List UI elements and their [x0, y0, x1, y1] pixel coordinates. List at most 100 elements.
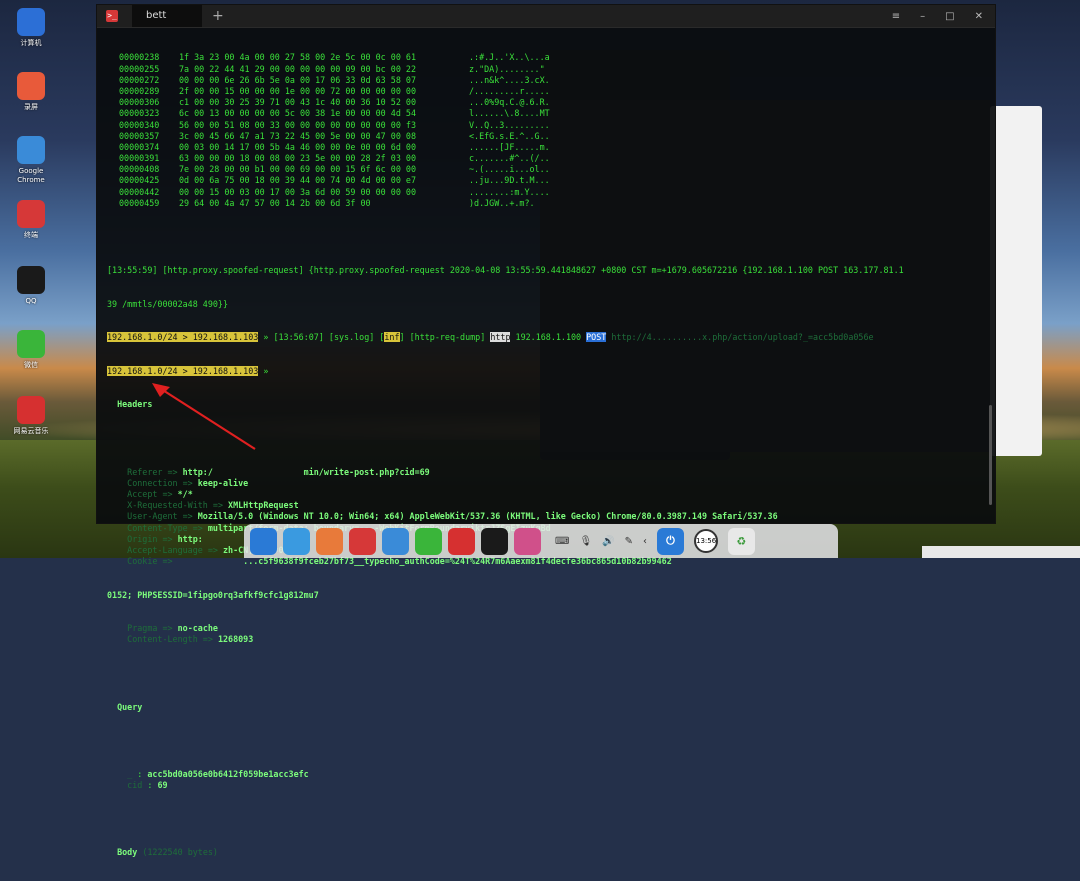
netease-music-icon[interactable]	[448, 527, 475, 555]
log-method: POST	[586, 332, 607, 343]
hexdump-ascii: <.EfG.s.E.^..G..	[469, 130, 550, 141]
kv-value: http:/ min/write-post.php?cid=69	[182, 466, 430, 477]
desktop-icon-netease-music[interactable]: 网易云音乐	[6, 396, 56, 436]
prompt-line: 192.168.1.0/24 > 192.168.1.103 »	[107, 365, 995, 377]
hexdump-row: 00000442 00 00 15 00 03 00 17 00 3a 6d 00…	[107, 187, 995, 198]
dock-apps	[250, 527, 541, 555]
kv-value: http:	[177, 533, 203, 544]
qq-icon[interactable]	[481, 527, 508, 555]
kv-row: Connection => keep-alive	[127, 477, 249, 488]
log-url: http://4..........x.php/action/upload?_=…	[611, 332, 874, 343]
terminal-output[interactable]: 00000238 1f 3a 23 00 4a 00 00 27 58 00 2e…	[97, 28, 995, 881]
kv-key: Origin	[127, 533, 158, 544]
hexdump-addr: 00000425	[119, 175, 160, 186]
clock-icon[interactable]: 13:56	[693, 529, 718, 553]
query-list: _ : acc5bd0a056e0b6412f059be1acc3efc cid…	[107, 769, 995, 791]
terminal-titlebar[interactable]: >_ bett + ≡ – □ ✕	[97, 5, 995, 28]
hexdump-bytes: 7a 00 22 44 41 29 00 00 00 00 00 09 00 b…	[179, 63, 416, 74]
hexdump-bytes: c1 00 00 30 25 39 71 00 43 1c 40 00 36 1…	[179, 97, 416, 108]
chrome-icon	[17, 136, 45, 164]
query-row: _ : acc5bd0a056e0b6412f059be1acc3efc	[127, 768, 309, 779]
desktop-icon-wechat[interactable]: 微信	[6, 330, 56, 370]
hexdump-addr: 00000408	[119, 164, 160, 175]
scrollbar[interactable]	[989, 405, 992, 505]
hexdump-ascii: ...n&k^....3.cX.	[469, 74, 550, 85]
settings-icon[interactable]	[514, 527, 541, 555]
file-manager-icon[interactable]	[283, 527, 310, 555]
proxy-log-line: 39 /mmtls/00002a48 490}}	[107, 298, 229, 309]
desktop-icon-terminal[interactable]: 终端	[6, 200, 56, 240]
qq-icon	[17, 266, 45, 294]
hexdump-bytes: 1f 3a 23 00 4a 00 00 27 58 00 2e 5c 00 0…	[179, 52, 416, 63]
desktop-icon-computer[interactable]: 计算机	[6, 8, 56, 48]
minimize-button[interactable]: –	[920, 11, 925, 22]
desktop-icon-label: Google Chrome	[17, 167, 45, 184]
query-heading: Query	[107, 702, 995, 713]
kv-row: Pragma => no-cache	[127, 623, 218, 634]
maximize-button[interactable]: □	[945, 11, 954, 22]
hexdump-bytes: 6c 00 13 00 00 00 00 5c 00 38 1e 00 00 0…	[179, 108, 416, 119]
hexdump-addr: 00000374	[119, 141, 160, 152]
hexdump-ascii: ...0%9q.C.@.6.R.	[469, 97, 550, 108]
hexdump-bytes: 63 00 00 00 18 00 08 00 23 5e 00 00 28 2…	[179, 153, 416, 164]
desktop-icon-record[interactable]: 录屏	[6, 72, 56, 112]
headers-heading: Headers	[107, 399, 995, 410]
pen-icon[interactable]: ✎	[625, 536, 633, 547]
desktop-icon-label: 录屏	[24, 103, 38, 111]
terminal-icon[interactable]	[349, 527, 376, 555]
chrome-icon[interactable]	[382, 527, 409, 555]
hexdump-addr: 00000442	[119, 186, 160, 197]
kv-value: no-cache	[177, 623, 218, 634]
desktop-icon-label: 终端	[24, 231, 38, 239]
headers-label: Headers	[117, 399, 153, 410]
hexdump-row: 00000306 c1 00 00 30 25 39 71 00 43 1c 40…	[107, 97, 995, 108]
background-window[interactable]	[990, 106, 1042, 456]
hexdump-ascii: .:#.J..'X..\...a	[469, 52, 550, 63]
query-label: Query	[117, 701, 143, 712]
desktop-icon-qq[interactable]: QQ	[6, 266, 56, 306]
prompt-separator: »	[258, 365, 274, 376]
query-key: cid	[127, 780, 143, 791]
prompt-host: 192.168.1.103	[192, 365, 259, 376]
wechat-icon[interactable]	[415, 527, 442, 555]
desktop-icon-chrome[interactable]: Google Chrome	[6, 136, 56, 185]
hexdump-ascii: ......[JF.....m.	[469, 141, 550, 152]
kv-key: Accept	[127, 488, 158, 499]
body-label: Body	[117, 847, 138, 858]
hexdump-ascii: ..ju...9D.t.M...	[469, 175, 550, 186]
launcher-icon[interactable]	[250, 527, 277, 555]
volume-icon[interactable]: 🔊	[602, 536, 614, 547]
microphone-icon[interactable]: 🎙	[579, 536, 592, 547]
hexdump-addr: 00000272	[119, 74, 160, 85]
hexdump: 00000238 1f 3a 23 00 4a 00 00 27 58 00 2e…	[107, 52, 995, 209]
hexdump-addr: 00000238	[119, 52, 160, 63]
terminal-window[interactable]: >_ bett + ≡ – □ ✕ 00000238 1f 3a 23 00 4a…	[96, 4, 996, 857]
kv-row: User-Agent => Mozilla/5.0 (Windows NT 10…	[127, 511, 778, 522]
proxy-log-line: [13:55:59] [http.proxy.spoofed-request] …	[107, 265, 904, 276]
hexdump-addr: 00000306	[119, 97, 160, 108]
hexdump-ascii: ........:m.Y....	[469, 186, 550, 197]
menu-button[interactable]: ≡	[892, 11, 900, 22]
collapse-icon[interactable]: ‹	[643, 536, 647, 547]
hexdump-row: 00000408 7e 00 28 00 00 b1 00 00 69 00 00…	[107, 164, 995, 175]
kv-row: Content-Length => 1268093	[127, 634, 254, 645]
power-icon[interactable]: ⏻	[656, 527, 684, 555]
tab-bett[interactable]: bett	[132, 5, 202, 27]
phpsessid-text: 0152; PHPSESSID=1fipgo0rq3afkf9cfc1g812m…	[107, 589, 319, 600]
close-button[interactable]: ✕	[975, 11, 983, 22]
kv-key: Content-Length	[127, 634, 198, 645]
prompt-host: 192.168.1.103	[192, 332, 259, 343]
hexdump-row: 00000238 1f 3a 23 00 4a 00 00 27 58 00 2e…	[107, 52, 995, 63]
keyboard-icon[interactable]: ⌨	[555, 536, 569, 547]
hexdump-bytes: 00 00 15 00 03 00 17 00 3a 6d 00 59 00 0…	[179, 186, 416, 197]
trash-icon[interactable]: ♻	[727, 527, 755, 555]
hexdump-ascii: ~.(.....i...ol..	[469, 164, 550, 175]
log-proto: http	[490, 332, 511, 343]
new-tab-button[interactable]: +	[212, 8, 224, 24]
hexdump-row: 00000323 6c 00 13 00 00 00 00 5c 00 38 1e…	[107, 108, 995, 119]
hexdump-addr: 00000323	[119, 108, 160, 119]
hexdump-bytes: 0d 00 6a 75 00 18 00 39 44 00 74 00 4d 0…	[179, 175, 416, 186]
log-module: [http-req-dump]	[409, 332, 486, 343]
query-row: cid : 69	[127, 780, 168, 791]
screen-recorder-icon[interactable]	[316, 527, 343, 555]
